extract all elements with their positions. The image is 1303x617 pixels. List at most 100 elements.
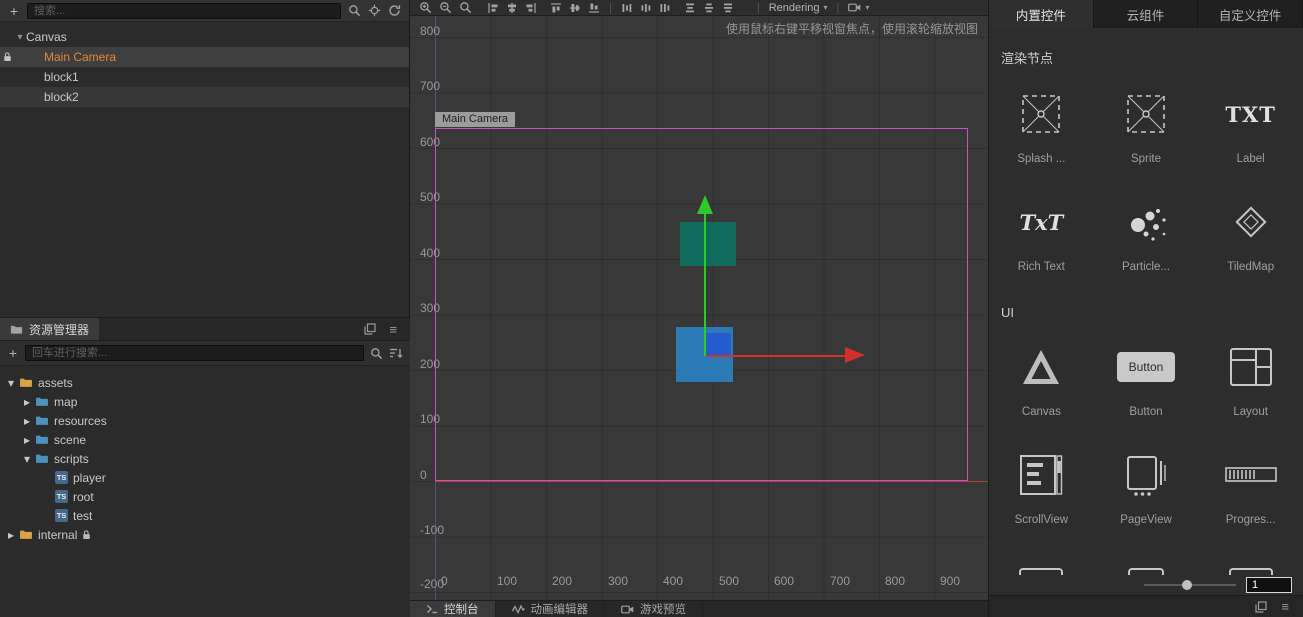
asset-node-scripts[interactable]: ▾ scripts — [0, 449, 410, 468]
zoom-in-icon[interactable] — [419, 1, 432, 14]
layout-icon — [1229, 336, 1273, 398]
refresh-icon[interactable] — [388, 4, 401, 17]
tab-label: 内置控件 — [1015, 8, 1066, 23]
chevron-down-icon[interactable]: ▾ — [14, 32, 26, 43]
widget-layout[interactable]: Layout — [1198, 326, 1303, 434]
asset-node-assets[interactable]: ▾ assets — [0, 373, 410, 392]
sort-icon[interactable] — [389, 347, 403, 359]
asset-node-internal[interactable]: ▸ internal — [0, 525, 410, 544]
widget-editbox-partial[interactable] — [989, 542, 1094, 575]
tab-cloud-components[interactable]: 云组件 — [1094, 0, 1199, 28]
align-left-icon[interactable] — [487, 2, 499, 14]
scene-viewport[interactable]: 使用鼠标右键平移视窗焦点，使用滚轮缩放视图 800 700 600 500 40… — [410, 16, 988, 600]
widget-pageview[interactable]: PageView — [1094, 434, 1199, 542]
tree-node-canvas[interactable]: ▾ Canvas — [0, 27, 409, 47]
tab-animation-editor[interactable]: 动画编辑器 — [496, 601, 605, 617]
float-window-icon[interactable] — [364, 323, 377, 335]
asset-node-root[interactable]: TS root — [0, 487, 410, 506]
chevron-right-icon[interactable]: ▸ — [24, 395, 30, 409]
gizmo-xy-plane-handle[interactable] — [705, 333, 731, 356]
widget-toggle-partial[interactable] — [1198, 542, 1303, 575]
chevron-right-icon[interactable]: ▸ — [8, 528, 14, 542]
widget-splash[interactable]: Splash ... — [989, 73, 1094, 181]
zoom-slider-knob[interactable] — [1182, 580, 1192, 590]
gizmo-x-axis-arrowhead[interactable] — [845, 347, 865, 363]
tab-game-preview[interactable]: 游戏预览 — [605, 601, 703, 617]
chevron-down-icon[interactable]: ▾ — [8, 376, 14, 390]
zoom-value-input[interactable] — [1246, 577, 1292, 593]
asset-node-map[interactable]: ▸ map — [0, 392, 410, 411]
widget-particle[interactable]: Particle... — [1094, 181, 1199, 289]
locate-node-icon[interactable] — [368, 4, 381, 17]
panel-menu-icon[interactable]: ≡ — [1281, 599, 1289, 614]
camera-gizmo-label[interactable]: Main Camera — [435, 112, 516, 127]
widget-label-text[interactable]: TXT Label — [1198, 73, 1303, 181]
asset-node-scene[interactable]: ▸ scene — [0, 430, 410, 449]
align-top-icon[interactable] — [550, 2, 562, 14]
widget-sprite[interactable]: Sprite — [1094, 73, 1199, 181]
chevron-right-icon[interactable]: ▸ — [24, 414, 30, 428]
widget-label: Progres... — [1225, 514, 1276, 526]
assets-toolbar: + — [0, 341, 410, 366]
align-center-horizontal-icon[interactable] — [506, 2, 518, 14]
game-preview-icon — [621, 604, 634, 615]
folder-icon — [19, 377, 33, 388]
asset-label: test — [73, 508, 93, 523]
distribute-horizontal-left-icon[interactable] — [621, 2, 633, 14]
tree-node-block1[interactable]: block1 — [0, 67, 409, 87]
toolbar-separator: | — [836, 1, 840, 14]
tree-node-main-camera[interactable]: Main Camera — [0, 47, 409, 67]
asset-node-test[interactable]: TS test — [0, 506, 410, 525]
widget-scrollview[interactable]: ScrollView — [989, 434, 1094, 542]
search-icon[interactable] — [370, 347, 383, 360]
chevron-right-icon[interactable]: ▸ — [24, 433, 30, 447]
widget-canvas[interactable]: Canvas — [989, 326, 1094, 434]
assets-tab[interactable]: 资源管理器 — [0, 318, 100, 340]
align-bottom-icon[interactable] — [588, 2, 600, 14]
scene-node-block-teal[interactable] — [680, 222, 736, 266]
zoom-out-icon[interactable] — [439, 1, 452, 14]
hierarchy-search-input[interactable] — [27, 2, 341, 19]
chevron-down-icon[interactable]: ▾ — [24, 452, 30, 466]
widgets-list: 渲染节点 Splash ... Sprite TXT Label TxT Ric… — [989, 28, 1303, 575]
section-render-nodes: 渲染节点 — [1001, 51, 1054, 66]
tree-node-block2[interactable]: block2 — [0, 87, 409, 107]
distribute-vertical-top-icon[interactable] — [684, 2, 696, 14]
widget-rich-text[interactable]: TxT Rich Text — [989, 181, 1094, 289]
assets-panel: 资源管理器 ≡ + 回车进行搜索... ▾ assets ▸ map ▸ res… — [0, 317, 410, 617]
add-node-button[interactable]: + — [8, 3, 20, 19]
widget-button[interactable]: Button Button — [1094, 326, 1199, 434]
zoom-reset-icon[interactable] — [459, 1, 472, 14]
widget-label: Sprite — [1130, 153, 1162, 165]
zoom-slider[interactable] — [1144, 580, 1236, 590]
distribute-horizontal-right-icon[interactable] — [659, 2, 671, 14]
distribute-horizontal-center-icon[interactable] — [640, 2, 652, 14]
search-icon[interactable] — [348, 4, 361, 17]
widget-progressbar[interactable]: Progres... — [1198, 434, 1303, 542]
align-right-icon[interactable] — [525, 2, 537, 14]
asset-node-player[interactable]: TS player — [0, 468, 410, 487]
distribute-vertical-center-icon[interactable] — [703, 2, 715, 14]
rendering-mode-dropdown[interactable]: Rendering ▾ — [769, 2, 828, 14]
distribute-vertical-bottom-icon[interactable] — [722, 2, 734, 14]
gizmo-y-axis-arrow[interactable] — [704, 213, 706, 356]
camera-view-dropdown[interactable]: ▾ — [848, 2, 869, 13]
lock-icon[interactable] — [3, 51, 12, 62]
align-center-vertical-icon[interactable] — [569, 2, 581, 14]
gizmo-x-axis-arrow[interactable] — [707, 355, 845, 357]
x-tick: 500 — [719, 574, 740, 588]
assets-search-input[interactable] — [25, 345, 364, 361]
rich-text-icon: TxT — [1019, 209, 1064, 235]
tab-console[interactable]: 控制台 — [410, 601, 496, 617]
tab-custom-widgets[interactable]: 自定义控件 — [1198, 0, 1303, 28]
widget-slider-partial[interactable] — [1094, 542, 1199, 575]
asset-node-resources[interactable]: ▸ resources — [0, 411, 410, 430]
panel-menu-icon[interactable]: ≡ — [389, 322, 397, 337]
widget-tiledmap[interactable]: TiledMap — [1198, 181, 1303, 289]
gizmo-y-axis-arrowhead[interactable] — [697, 195, 713, 214]
asset-label: player — [73, 470, 106, 485]
add-asset-button[interactable]: + — [7, 345, 19, 361]
float-window-icon[interactable] — [1255, 600, 1268, 613]
tab-builtin-widgets[interactable]: 内置控件 — [989, 0, 1094, 28]
x-tick: 400 — [663, 574, 684, 588]
